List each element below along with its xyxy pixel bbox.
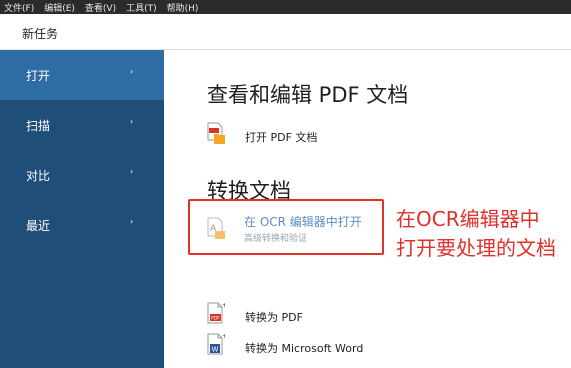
menu-help[interactable]: 帮助(H) (163, 1, 205, 14)
task-header: 新任务 (0, 14, 571, 50)
pdf-document-icon: PDF + (207, 302, 225, 324)
svg-text:+: + (222, 333, 225, 340)
chevron-right-icon: › (130, 167, 134, 176)
open-pdf-label: 打开 PDF 文档 (245, 131, 318, 144)
menu-edit[interactable]: 编辑(E) (40, 1, 81, 14)
convert-to-pdf-label: 转换为 PDF (245, 311, 303, 324)
chevron-right-icon: › (130, 217, 134, 226)
svg-text:PDF: PDF (211, 316, 220, 322)
sidebar-item-compare[interactable]: 对比 › (0, 150, 164, 200)
sidebar-item-label: 对比 (26, 169, 51, 183)
open-in-ocr-editor-button[interactable]: 在 OCR 编辑器中打开 (244, 213, 362, 230)
task-title: 新任务 (22, 27, 59, 41)
sidebar-item-label: 扫描 (26, 119, 51, 133)
open-pdf-button[interactable]: 打开 PDF 文档 (207, 122, 347, 152)
section-title-view-edit: 查看和编辑 PDF 文档 (207, 83, 409, 107)
annotation-line-1: 在OCR编辑器中 (396, 207, 540, 231)
convert-to-word-label: 转换为 Microsoft Word (245, 342, 364, 355)
annotation-line-2: 打开要处理的文档 (396, 236, 556, 260)
convert-to-pdf-button[interactable]: PDF + 转换为 PDF (207, 302, 347, 332)
convert-to-word-button[interactable]: W + 转换为 Microsoft Word (207, 333, 397, 363)
ocr-document-icon: A (207, 217, 225, 239)
ocr-subtitle: 高级转换和验证 (244, 234, 308, 244)
pdf-folder-icon (207, 122, 225, 144)
svg-text:+: + (222, 302, 225, 309)
chevron-right-icon: › (130, 117, 134, 126)
menu-file[interactable]: 文件(F) (0, 1, 40, 14)
menu-view[interactable]: 查看(V) (81, 1, 122, 14)
sidebar-item-label: 打开 (26, 69, 51, 83)
sidebar: 打开 › 扫描 › 对比 › 最近 › (0, 50, 164, 368)
svg-text:W: W (212, 346, 219, 354)
menu-tools[interactable]: 工具(T) (122, 1, 163, 14)
sidebar-item-scan[interactable]: 扫描 › (0, 100, 164, 150)
sidebar-item-recent[interactable]: 最近 › (0, 200, 164, 250)
menu-bar: 文件(F) 编辑(E) 查看(V) 工具(T) 帮助(H) (0, 0, 571, 14)
chevron-right-icon: › (130, 67, 134, 76)
sidebar-item-label: 最近 (26, 219, 51, 233)
word-document-icon: W + (207, 333, 225, 355)
sidebar-item-open[interactable]: 打开 › (0, 50, 164, 100)
